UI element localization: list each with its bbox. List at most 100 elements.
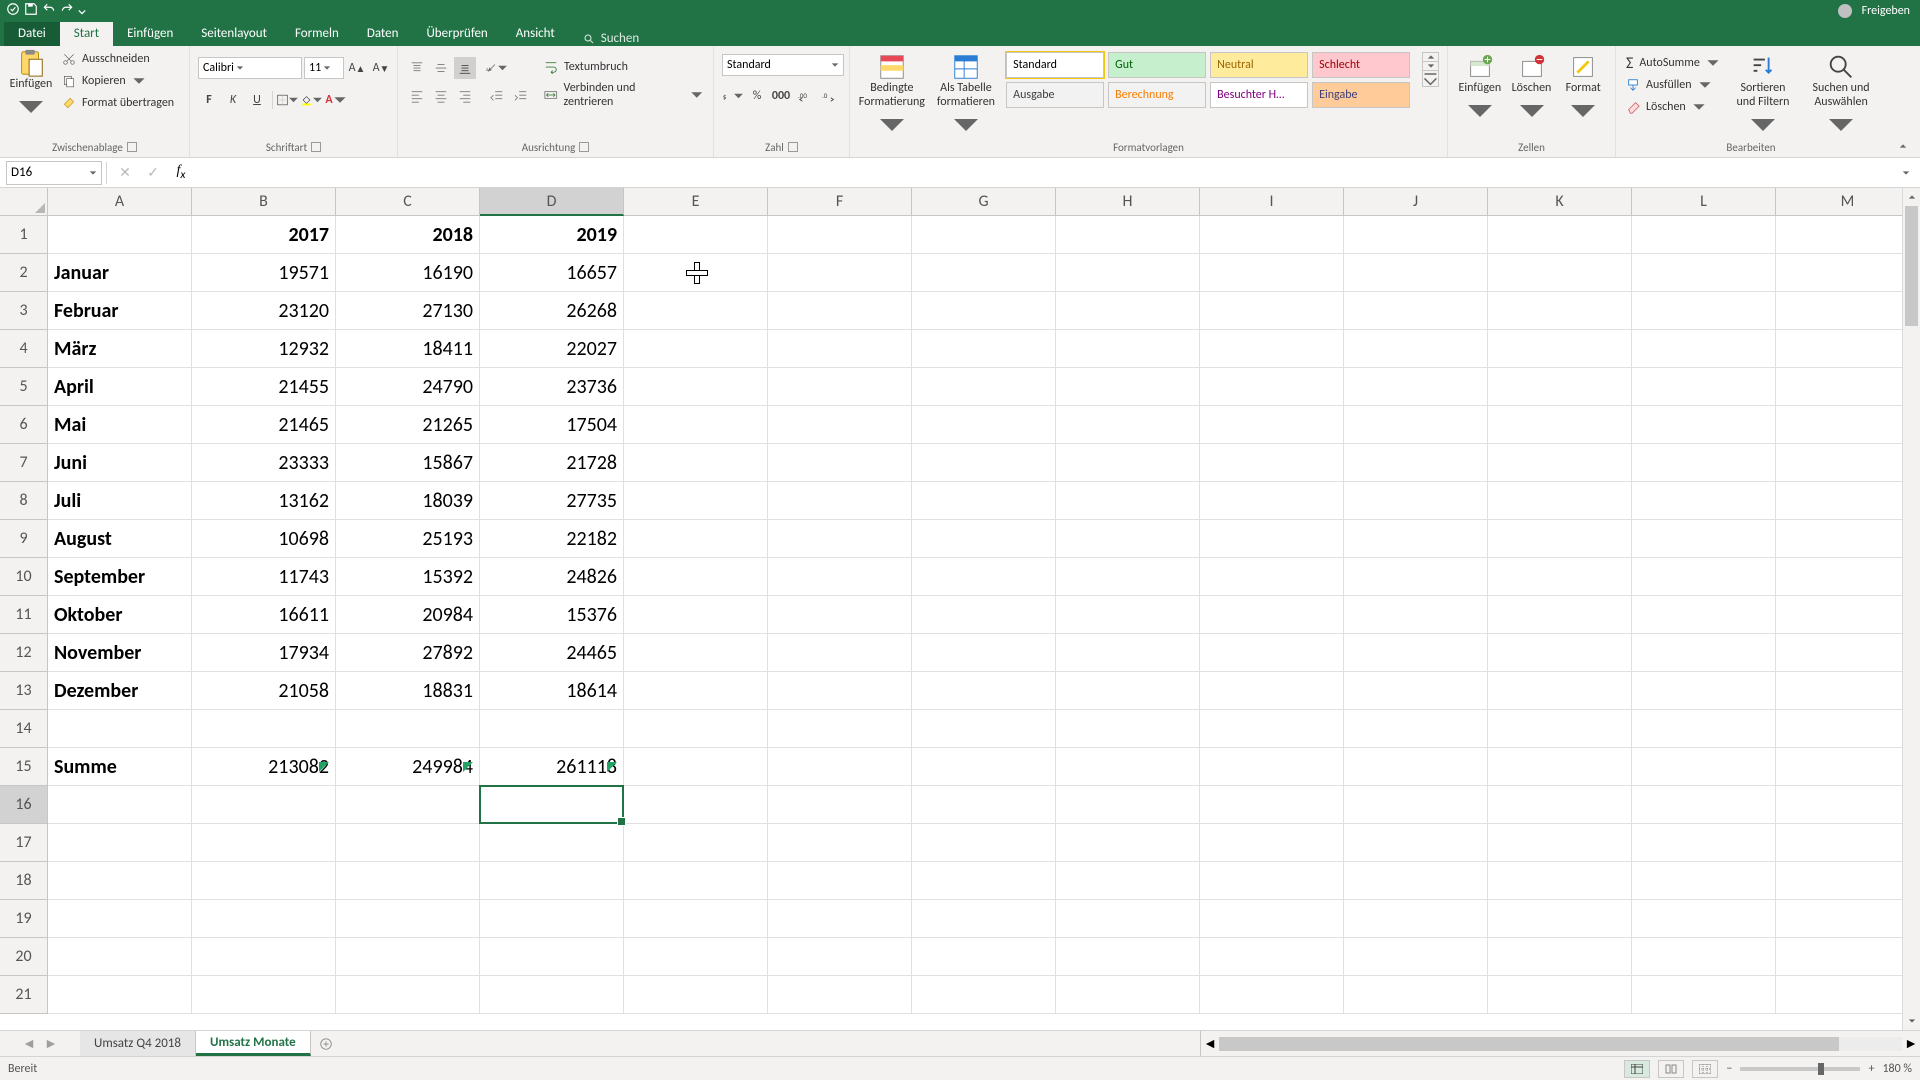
cell-A17[interactable]: [48, 824, 192, 862]
cell-F5[interactable]: [768, 368, 912, 406]
cell-J12[interactable]: [1344, 634, 1488, 672]
cell-K17[interactable]: [1488, 824, 1632, 862]
cell-F21[interactable]: [768, 976, 912, 1014]
cell-G1[interactable]: [912, 216, 1056, 254]
cell-F16[interactable]: [768, 786, 912, 824]
decrease-decimal-icon[interactable]: .0: [818, 85, 840, 107]
cell-L1[interactable]: [1632, 216, 1776, 254]
cell-K7[interactable]: [1488, 444, 1632, 482]
cell-C19[interactable]: [336, 900, 480, 938]
cell-M10[interactable]: [1776, 558, 1920, 596]
underline-button[interactable]: U: [246, 89, 268, 111]
cell-I12[interactable]: [1200, 634, 1344, 672]
cell-D7[interactable]: 21728: [480, 444, 624, 482]
cell-G5[interactable]: [912, 368, 1056, 406]
cell-I11[interactable]: [1200, 596, 1344, 634]
cell-L17[interactable]: [1632, 824, 1776, 862]
cell-F18[interactable]: [768, 862, 912, 900]
accounting-format-icon[interactable]: $: [722, 85, 744, 107]
col-header-E[interactable]: E: [624, 188, 768, 216]
row-header-11[interactable]: 11: [0, 596, 48, 634]
cell-E12[interactable]: [624, 634, 768, 672]
sheet-nav-next-icon[interactable]: ►: [44, 1035, 58, 1052]
format-painter-button[interactable]: Format übertragen: [60, 92, 176, 114]
cell-M8[interactable]: [1776, 482, 1920, 520]
cell-G15[interactable]: [912, 748, 1056, 786]
merge-center-button[interactable]: Verbinden und zentrieren: [542, 84, 705, 106]
row-header-13[interactable]: 13: [0, 672, 48, 710]
cell-A7[interactable]: Juni: [48, 444, 192, 482]
cell-B13[interactable]: 21058: [192, 672, 336, 710]
redo-icon[interactable]: [60, 2, 74, 20]
cell-G9[interactable]: [912, 520, 1056, 558]
zoom-slider[interactable]: [1740, 1067, 1860, 1071]
cell-D8[interactable]: 27735: [480, 482, 624, 520]
cell-C21[interactable]: [336, 976, 480, 1014]
bold-button[interactable]: F: [198, 89, 220, 111]
cell-I20[interactable]: [1200, 938, 1344, 976]
format-cells-button[interactable]: Format: [1559, 52, 1607, 126]
cell-D11[interactable]: 15376: [480, 596, 624, 634]
save-icon[interactable]: [24, 2, 38, 20]
delete-cells-button[interactable]: Löschen: [1508, 52, 1556, 126]
cell-H1[interactable]: [1056, 216, 1200, 254]
cell-J21[interactable]: [1344, 976, 1488, 1014]
select-all-corner[interactable]: [0, 188, 48, 216]
cell-G12[interactable]: [912, 634, 1056, 672]
cell-A19[interactable]: [48, 900, 192, 938]
cell-I10[interactable]: [1200, 558, 1344, 596]
cell-A15[interactable]: Summe: [48, 748, 192, 786]
copy-button[interactable]: Kopieren: [60, 70, 176, 92]
cell-H7[interactable]: [1056, 444, 1200, 482]
col-header-K[interactable]: K: [1488, 188, 1632, 216]
cell-B17[interactable]: [192, 824, 336, 862]
cell-G6[interactable]: [912, 406, 1056, 444]
cell-I2[interactable]: [1200, 254, 1344, 292]
cell-G20[interactable]: [912, 938, 1056, 976]
view-page-break-icon[interactable]: [1692, 1060, 1718, 1078]
cell-K16[interactable]: [1488, 786, 1632, 824]
cell-A12[interactable]: November: [48, 634, 192, 672]
cell-K14[interactable]: [1488, 710, 1632, 748]
cell-E3[interactable]: [624, 292, 768, 330]
cell-J17[interactable]: [1344, 824, 1488, 862]
hscroll-right-icon[interactable]: ►: [1902, 1031, 1920, 1057]
fill-button[interactable]: Ausfüllen: [1624, 74, 1722, 96]
view-normal-icon[interactable]: [1624, 1060, 1650, 1078]
hscroll-thumb[interactable]: [1219, 1037, 1839, 1051]
cell-H9[interactable]: [1056, 520, 1200, 558]
cell-A18[interactable]: [48, 862, 192, 900]
cell-C15[interactable]: 249984: [336, 748, 480, 786]
cell-J5[interactable]: [1344, 368, 1488, 406]
cell-D17[interactable]: [480, 824, 624, 862]
cell-F15[interactable]: [768, 748, 912, 786]
borders-button[interactable]: [277, 89, 299, 111]
tab-page-layout[interactable]: Seitenlayout: [187, 22, 281, 46]
row-header-9[interactable]: 9: [0, 520, 48, 558]
tab-start[interactable]: Start: [60, 22, 113, 46]
col-header-I[interactable]: I: [1200, 188, 1344, 216]
row-header-18[interactable]: 18: [0, 862, 48, 900]
cell-H21[interactable]: [1056, 976, 1200, 1014]
cell-C5[interactable]: 24790: [336, 368, 480, 406]
cell-J10[interactable]: [1344, 558, 1488, 596]
cell-G7[interactable]: [912, 444, 1056, 482]
row-header-17[interactable]: 17: [0, 824, 48, 862]
cell-A14[interactable]: [48, 710, 192, 748]
cell-A3[interactable]: Februar: [48, 292, 192, 330]
sheet-nav-prev-icon[interactable]: ◄: [22, 1035, 36, 1052]
cell-D12[interactable]: 24465: [480, 634, 624, 672]
cell-G8[interactable]: [912, 482, 1056, 520]
cell-L19[interactable]: [1632, 900, 1776, 938]
orientation-icon[interactable]: ab: [486, 57, 508, 79]
cell-E2[interactable]: [624, 254, 768, 292]
cell-G21[interactable]: [912, 976, 1056, 1014]
clear-button[interactable]: Löschen: [1624, 96, 1722, 118]
horizontal-scrollbar[interactable]: ◄ ►: [1200, 1031, 1920, 1056]
cell-M9[interactable]: [1776, 520, 1920, 558]
cell-A9[interactable]: August: [48, 520, 192, 558]
cell-L11[interactable]: [1632, 596, 1776, 634]
cell-G17[interactable]: [912, 824, 1056, 862]
cell-H12[interactable]: [1056, 634, 1200, 672]
cell-L9[interactable]: [1632, 520, 1776, 558]
